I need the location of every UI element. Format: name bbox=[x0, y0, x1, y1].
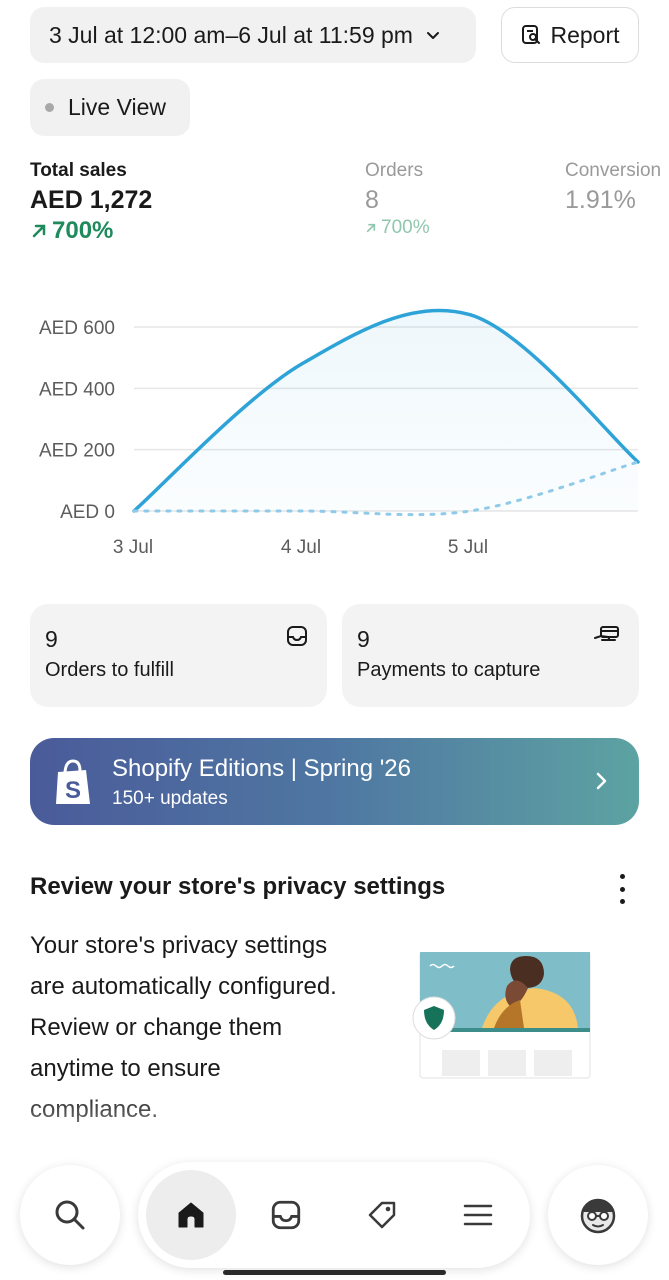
search-icon bbox=[55, 1200, 85, 1230]
metric-value: 1.91% bbox=[565, 186, 636, 214]
more-options-icon[interactable] bbox=[616, 874, 628, 904]
report-icon bbox=[522, 25, 541, 44]
payments-to-capture-card[interactable]: 9 Payments to capture bbox=[342, 604, 639, 707]
y-tick-label: AED 400 bbox=[39, 379, 115, 400]
sales-chart: AED 600 AED 400 AED 200 AED 0 3 Jul 4 Jul 5 Ju… bbox=[39, 308, 640, 558]
arrow-up-right-icon bbox=[32, 224, 46, 238]
y-tick-label: AED 200 bbox=[39, 441, 115, 462]
home-icon bbox=[178, 1202, 204, 1228]
metric-change: 700% bbox=[365, 217, 430, 239]
metric-value: 8 bbox=[365, 186, 379, 214]
date-range-label: 3 Jul at 12:00 am–6 Jul at 11:59 pm bbox=[49, 21, 413, 48]
metric-label: Total sales bbox=[30, 160, 127, 181]
live-status-dot bbox=[45, 103, 54, 112]
card-label: Payments to capture bbox=[357, 659, 541, 681]
shopify-bag-icon: S bbox=[56, 759, 90, 804]
arrow-up-right-icon bbox=[366, 223, 376, 233]
report-label: Report bbox=[550, 21, 620, 48]
orders-to-fulfill-card[interactable]: 9 Orders to fulfill bbox=[30, 604, 327, 707]
menu-tab[interactable] bbox=[460, 1197, 496, 1233]
shopify-editions-banner[interactable]: S Shopify Editions | Spring '26 150+ upd… bbox=[30, 738, 639, 825]
card-count: 9 bbox=[45, 626, 58, 652]
card-label: Orders to fulfill bbox=[45, 659, 174, 681]
home-indicator bbox=[223, 1270, 446, 1275]
svg-text:S: S bbox=[65, 777, 81, 804]
search-button[interactable] bbox=[20, 1165, 120, 1265]
inbox-icon bbox=[287, 626, 307, 646]
inbox-icon bbox=[271, 1200, 301, 1230]
assistant-button[interactable] bbox=[548, 1165, 648, 1265]
x-tick-label: 4 Jul bbox=[281, 537, 321, 558]
x-tick-label: 3 Jul bbox=[113, 537, 153, 558]
avatar-icon bbox=[580, 1198, 616, 1234]
metric-change: 700% bbox=[30, 217, 152, 245]
metric-value: AED 1,272 bbox=[30, 186, 153, 214]
privacy-card-title: Review your store's privacy settings bbox=[30, 873, 446, 900]
metric-orders[interactable]: Orders 8 700% bbox=[365, 160, 430, 239]
privacy-illustration bbox=[412, 952, 591, 1079]
y-tick-label: AED 0 bbox=[60, 502, 115, 523]
payment-hand-icon bbox=[594, 626, 619, 641]
metric-label: Conversion bbox=[565, 160, 662, 181]
date-range-picker[interactable]: 3 Jul at 12:00 am–6 Jul at 11:59 pm bbox=[30, 7, 476, 63]
products-tab[interactable] bbox=[364, 1197, 400, 1233]
metric-total-sales[interactable]: Total sales AED 1,272 700% bbox=[30, 160, 152, 245]
card-count: 9 bbox=[357, 626, 370, 652]
y-tick-label: AED 600 bbox=[39, 318, 115, 339]
metric-label: Orders bbox=[365, 160, 424, 181]
banner-title: Shopify Editions | Spring '26 bbox=[112, 755, 411, 782]
bottom-tab-bar bbox=[138, 1162, 530, 1268]
series-area bbox=[134, 310, 638, 511]
metric-conversion[interactable]: Conversion 1.91% bbox=[565, 160, 661, 215]
menu-icon bbox=[463, 1204, 493, 1226]
live-view-button[interactable]: Live View bbox=[30, 79, 190, 136]
chevron-down-icon bbox=[426, 32, 439, 39]
home-tab[interactable] bbox=[146, 1170, 236, 1260]
orders-tab[interactable] bbox=[268, 1197, 304, 1233]
report-button[interactable]: Report bbox=[501, 7, 639, 63]
tag-icon bbox=[368, 1201, 396, 1229]
live-view-label: Live View bbox=[68, 94, 167, 120]
x-tick-label: 5 Jul bbox=[448, 537, 488, 558]
banner-subtitle: 150+ updates bbox=[112, 788, 228, 809]
chevron-right-icon bbox=[596, 772, 607, 790]
